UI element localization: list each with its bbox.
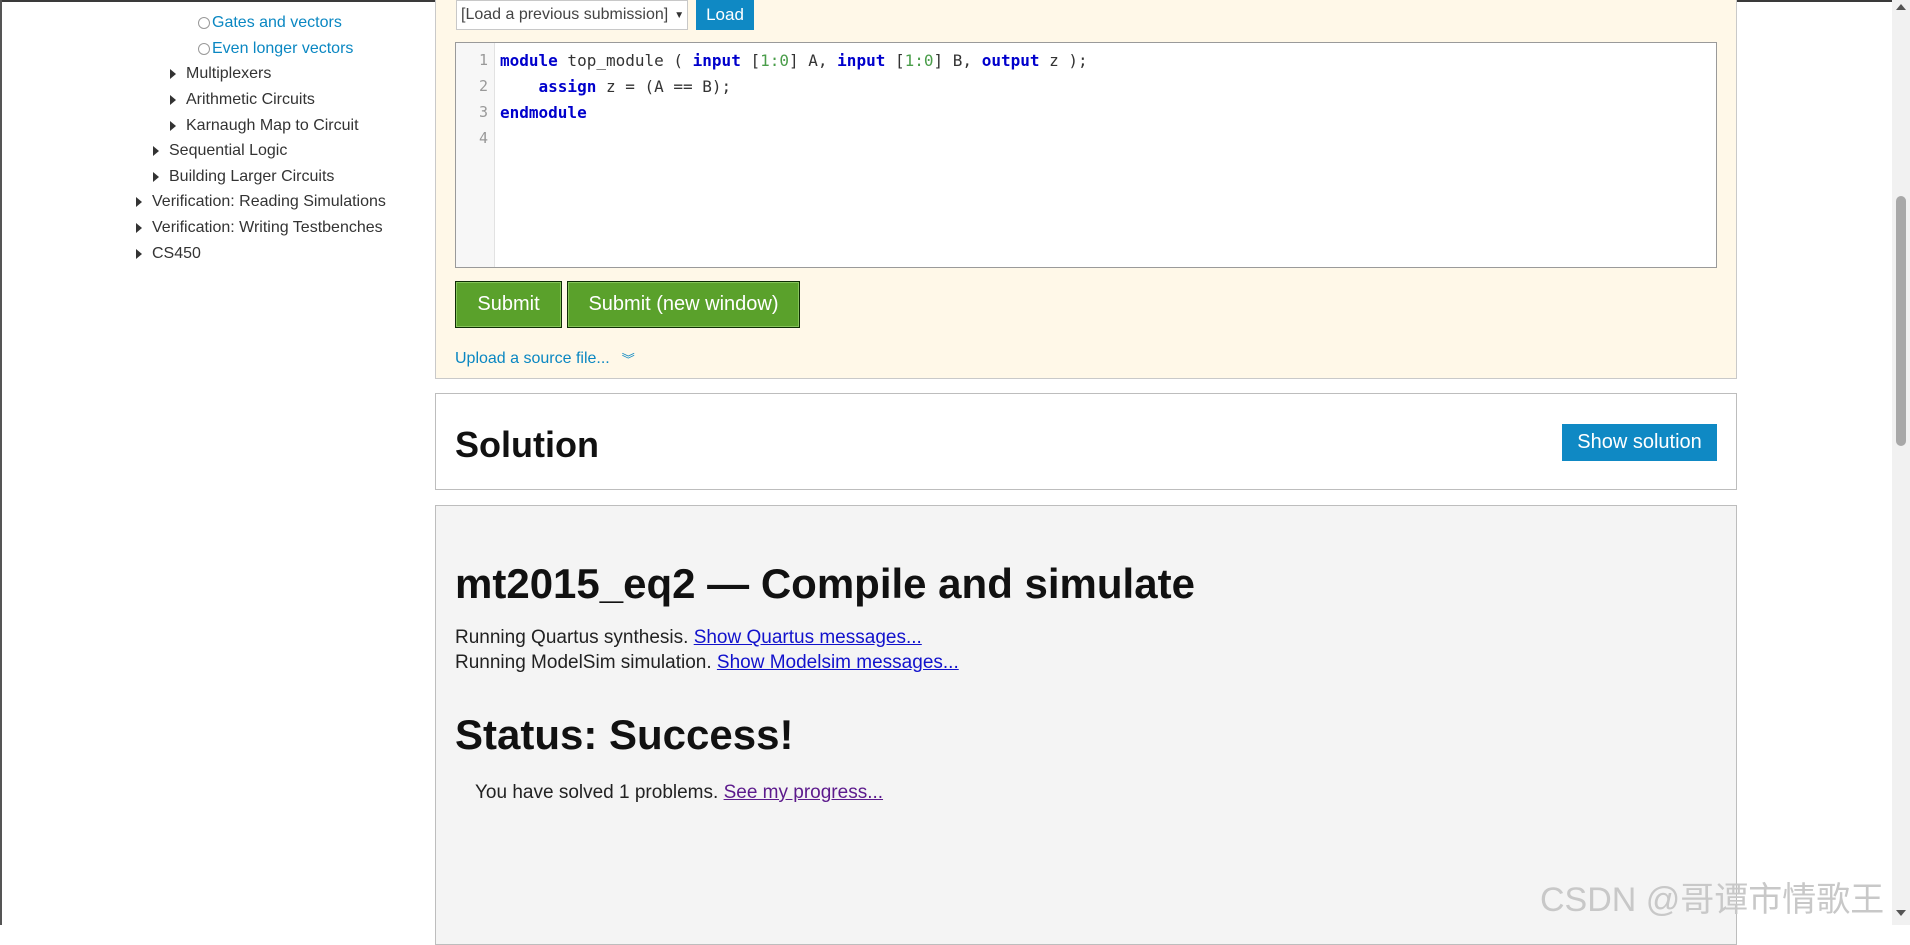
scroll-down-arrow-icon[interactable] [1896,910,1906,916]
expand-triangle-icon [136,249,142,259]
select-value: [Load a previous submission] [461,6,669,23]
code-editor[interactable]: 1 2 3 4 module top_module ( input [1:0] … [455,42,1717,268]
watermark: CSDN @哥谭市情歌王 [1540,881,1885,919]
expand-triangle-icon [170,121,176,131]
expand-triangle-icon [136,223,142,233]
see-my-progress-link[interactable]: See my progress... [724,782,883,803]
sidebar-item-sequential-logic[interactable]: Sequential Logic [153,139,287,163]
load-button[interactable]: Load [696,0,754,30]
sidebar-item-label: CS450 [152,245,201,262]
line-number-gutter: 1 2 3 4 [456,43,495,267]
expand-triangle-icon [136,197,142,207]
sidebar-item-even-longer-vectors[interactable]: Even longer vectors [198,37,353,61]
sidebar-item-label: Verification: Writing Testbenches [152,219,383,236]
show-solution-button[interactable]: Show solution [1562,424,1717,461]
upload-source-file-link[interactable]: Upload a source file... ︾ [455,349,635,368]
caret-down-icon: ▼ [674,9,685,21]
solution-heading: Solution [455,424,599,465]
line-number: 3 [478,103,488,121]
sidebar-item-label: Verification: Reading Simulations [152,193,386,210]
sidebar-item-building-larger-circuits[interactable]: Building Larger Circuits [153,165,334,189]
circle-icon [198,43,210,55]
expand-triangle-icon [170,69,176,79]
expand-triangle-icon [153,172,159,182]
sidebar-item-gates-and-vectors[interactable]: Gates and vectors [198,11,342,35]
sidebar-item-verification-writing[interactable]: Verification: Writing Testbenches [136,216,383,240]
sidebar-item-label: Sequential Logic [169,142,288,159]
show-modelsim-messages-link[interactable]: Show Modelsim messages... [717,652,959,673]
sidebar-item-label: Arithmetic Circuits [186,91,315,108]
submit-new-window-button[interactable]: Submit (new window) [567,281,800,328]
result-heading: mt2015_eq2 — Compile and simulate [455,560,1195,607]
sidebar-nav: Gates and vectors Even longer vectors Mu… [0,0,430,925]
previous-submission-select[interactable]: [Load a previous submission] ▼ [456,0,688,30]
scrollbar-track[interactable] [1892,0,1910,925]
code-line-2: assign z = (A == B); [538,77,732,96]
line-number: 4 [478,129,488,147]
code-line-1: module top_module ( input [1:0] A, input… [500,51,1088,70]
quartus-status-line: Running Quartus synthesis. Show Quartus … [455,627,922,648]
submit-button[interactable]: Submit [455,281,562,328]
sidebar-item-multiplexers[interactable]: Multiplexers [170,62,271,86]
show-quartus-messages-link[interactable]: Show Quartus messages... [694,627,922,648]
line-number: 2 [478,77,488,95]
line-number: 1 [478,51,488,69]
sidebar-item-label: Karnaugh Map to Circuit [186,117,359,134]
expand-triangle-icon [153,146,159,156]
double-chevron-down-icon: ︾ [621,352,635,367]
progress-line: You have solved 1 problems. See my progr… [475,782,884,803]
scroll-up-arrow-icon[interactable] [1896,4,1906,10]
sidebar-item-label: Even longer vectors [212,40,354,57]
code-line-3: endmodule [500,103,587,122]
sidebar-item-cs450[interactable]: CS450 [136,242,201,266]
expand-triangle-icon [170,95,176,105]
scrollbar-thumb[interactable] [1896,196,1906,446]
status-heading: Status: Success! [455,711,794,758]
sidebar-item-label: Building Larger Circuits [169,168,335,185]
sidebar-item-label: Multiplexers [186,65,272,82]
modelsim-status-line: Running ModelSim simulation. Show Models… [455,652,959,673]
sidebar-item-verification-reading[interactable]: Verification: Reading Simulations [136,190,386,214]
sidebar-item-label: Gates and vectors [212,14,342,31]
solution-panel [435,393,1737,490]
circle-icon [198,17,210,29]
upload-link-text: Upload a source file... [455,349,610,367]
sidebar-item-karnaugh-map[interactable]: Karnaugh Map to Circuit [170,114,359,138]
sidebar-item-arithmetic-circuits[interactable]: Arithmetic Circuits [170,88,315,112]
